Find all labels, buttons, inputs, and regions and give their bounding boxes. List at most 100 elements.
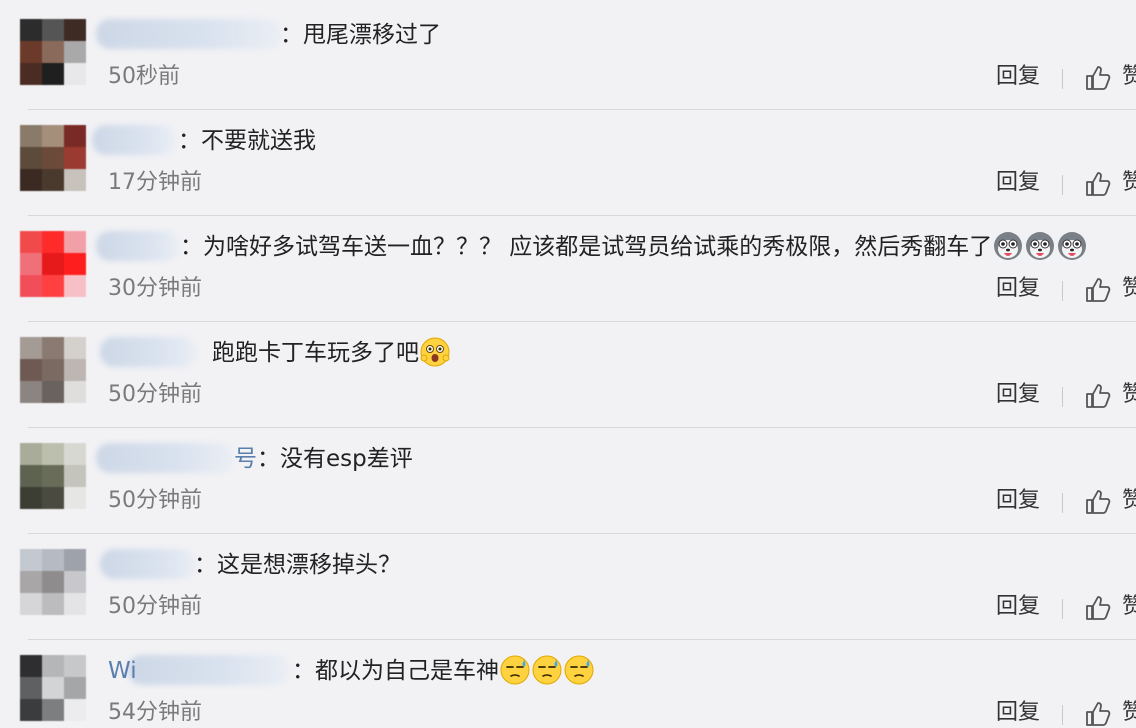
action-divider bbox=[1062, 387, 1063, 407]
avatar-mosaic-tile bbox=[42, 465, 64, 487]
avatar-mosaic-tile bbox=[64, 147, 86, 169]
avatar-mosaic-tile bbox=[20, 655, 42, 677]
reply-button[interactable]: 回复 bbox=[996, 487, 1040, 515]
comment-item: ：这是想漂移掉头？ 50分钟前 回复 赞 bbox=[0, 530, 1136, 640]
avatar-mosaic-tile bbox=[20, 125, 42, 147]
like-label[interactable]: 赞 bbox=[1122, 381, 1136, 409]
reply-button[interactable]: 回复 bbox=[996, 381, 1040, 409]
like-label[interactable]: 赞 bbox=[1122, 487, 1136, 515]
reply-button[interactable]: 回复 bbox=[996, 593, 1040, 621]
avatar-mosaic-tile bbox=[20, 699, 42, 721]
comment-text: Wi ：都以为自己是车神 bbox=[108, 655, 595, 686]
like-label[interactable]: 赞 bbox=[1122, 169, 1136, 197]
thumbs-up-icon[interactable] bbox=[1084, 488, 1112, 516]
comment-text: 跑跑卡丁车玩多了吧 bbox=[212, 337, 451, 368]
username-blurred[interactable] bbox=[100, 337, 196, 367]
username-blurred[interactable] bbox=[96, 443, 234, 473]
reply-button[interactable]: 回复 bbox=[996, 275, 1040, 303]
action-divider bbox=[1062, 281, 1063, 301]
avatar-mosaic-tile bbox=[64, 169, 86, 191]
thumbs-up-icon[interactable] bbox=[1084, 382, 1112, 410]
avatar-mosaic-tile bbox=[64, 275, 86, 297]
avatar-mosaic-tile bbox=[42, 593, 64, 615]
thumbs-up-icon[interactable] bbox=[1084, 276, 1112, 304]
like-label[interactable]: 赞 bbox=[1122, 275, 1136, 303]
avatar-mosaic-tile bbox=[20, 41, 42, 63]
avatar-mosaic-tile bbox=[64, 699, 86, 721]
avatar-mosaic-tile bbox=[20, 63, 42, 85]
username-blurred[interactable] bbox=[96, 19, 282, 49]
username-blurred[interactable] bbox=[92, 125, 176, 155]
comment-body: ：甩尾漂移过了 bbox=[280, 22, 441, 48]
avatar-mosaic-tile bbox=[64, 677, 86, 699]
comment-text: ：甩尾漂移过了 bbox=[280, 20, 441, 50]
username-fragment[interactable]: Wi bbox=[108, 656, 292, 686]
like-label[interactable]: 赞 bbox=[1122, 593, 1136, 621]
like-label[interactable]: 赞 bbox=[1122, 699, 1136, 727]
avatar[interactable] bbox=[20, 549, 86, 615]
sweat-face-emoji-icon bbox=[564, 655, 594, 684]
avatar[interactable] bbox=[20, 337, 86, 403]
reply-button[interactable]: 回复 bbox=[996, 169, 1040, 197]
avatar-mosaic-tile bbox=[42, 231, 64, 253]
avatar-mosaic-tile bbox=[42, 487, 64, 509]
avatar-mosaic-tile bbox=[42, 19, 64, 41]
avatar-mosaic-tile bbox=[42, 381, 64, 403]
avatar[interactable] bbox=[20, 19, 86, 85]
avatar-mosaic-tile bbox=[42, 337, 64, 359]
avatar-mosaic-tile bbox=[42, 63, 64, 85]
husky-face-emoji-icon bbox=[1026, 231, 1055, 260]
thumbs-up-icon[interactable] bbox=[1084, 64, 1112, 92]
avatar-mosaic-tile bbox=[42, 699, 64, 721]
husky-face-emoji-icon bbox=[994, 231, 1023, 260]
avatar-mosaic-tile bbox=[64, 41, 86, 63]
avatar-mosaic-tile bbox=[64, 655, 86, 677]
reply-button[interactable]: 回复 bbox=[996, 63, 1040, 91]
avatar-mosaic-tile bbox=[64, 593, 86, 615]
action-divider bbox=[1062, 175, 1063, 195]
comment-text: ：这是想漂移掉头？ bbox=[194, 550, 401, 580]
comment-time: 54分钟前 bbox=[108, 700, 202, 725]
comment-time: 30分钟前 bbox=[108, 276, 202, 301]
avatar-mosaic-tile bbox=[64, 443, 86, 465]
thumbs-up-icon[interactable] bbox=[1084, 594, 1112, 622]
thumbs-up-icon[interactable] bbox=[1084, 170, 1112, 198]
avatar-mosaic-tile bbox=[64, 253, 86, 275]
comment-text: ：为啥好多试驾车送一血？？？ 应该都是试驾员给试乘的秀极限，然后秀翻车了 bbox=[180, 231, 1088, 262]
comment-item: ：为啥好多试驾车送一血？？？ 应该都是试驾员给试乘的秀极限，然后秀翻车了 30分… bbox=[0, 212, 1136, 322]
username-blurred[interactable] bbox=[100, 549, 196, 579]
avatar-mosaic-tile bbox=[20, 593, 42, 615]
avatar[interactable] bbox=[20, 443, 86, 509]
comment-item: Wi ：都以为自己是车神 54分钟前 回复 赞 bbox=[0, 636, 1136, 728]
avatar-mosaic-tile bbox=[20, 465, 42, 487]
avatar-mosaic-tile bbox=[42, 147, 64, 169]
avatar-mosaic-tile bbox=[20, 443, 42, 465]
comment-text: ：不要就送我 bbox=[178, 126, 316, 156]
thumbs-up-icon[interactable] bbox=[1084, 700, 1112, 728]
comment-time: 50分钟前 bbox=[108, 594, 202, 619]
sweat-face-emoji-icon bbox=[532, 655, 562, 684]
avatar-mosaic-tile bbox=[64, 571, 86, 593]
comment-item: 跑跑卡丁车玩多了吧 50分钟前 回复 赞 bbox=[0, 318, 1136, 428]
username-fragment[interactable]: 号 bbox=[234, 446, 257, 472]
avatar-mosaic-tile bbox=[20, 381, 42, 403]
avatar-mosaic-tile bbox=[64, 337, 86, 359]
avatar-mosaic-tile bbox=[20, 677, 42, 699]
avatar[interactable] bbox=[20, 655, 86, 721]
avatar-mosaic-tile bbox=[42, 571, 64, 593]
avatar[interactable] bbox=[20, 231, 86, 297]
reply-button[interactable]: 回复 bbox=[996, 699, 1040, 727]
comment-text: 号：没有esp差评 bbox=[234, 444, 413, 474]
avatar-mosaic-tile bbox=[20, 549, 42, 571]
avatar-mosaic-tile bbox=[42, 275, 64, 297]
username-blurred[interactable] bbox=[96, 231, 180, 261]
avatar[interactable] bbox=[20, 125, 86, 191]
avatar-mosaic-tile bbox=[64, 549, 86, 571]
avatar-mosaic-tile bbox=[64, 487, 86, 509]
like-label[interactable]: 赞 bbox=[1122, 63, 1136, 91]
avatar-mosaic-tile bbox=[64, 125, 86, 147]
avatar-mosaic-tile bbox=[20, 253, 42, 275]
comment-body: ：都以为自己是车神 bbox=[292, 658, 499, 684]
avatar-mosaic-tile bbox=[64, 359, 86, 381]
comment-time: 50分钟前 bbox=[108, 382, 202, 407]
